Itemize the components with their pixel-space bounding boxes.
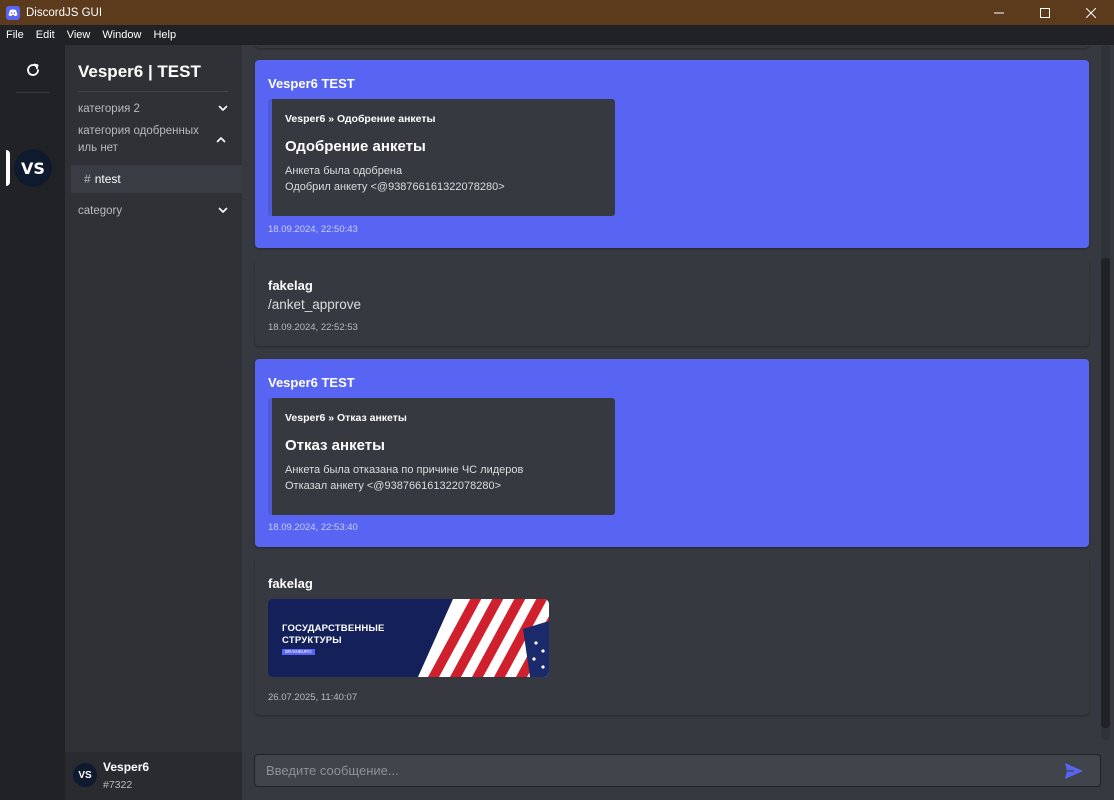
attachment-line: ГОСУДАРСТВЕННЫЕ — [282, 623, 385, 634]
avatar[interactable]: VS — [73, 763, 97, 787]
message-timestamp: 18.09.2024, 22:52:53 — [268, 322, 358, 333]
username: Vesper6 — [103, 760, 150, 774]
menu-file[interactable]: File — [0, 29, 30, 41]
embed-author: Vesper6 » Одобрение анкеты — [285, 113, 436, 125]
message-item: Vesper6 TEST Vesper6 » Отказ анкеты Отка… — [255, 359, 1089, 547]
menu-bar: File Edit View Window Help — [0, 25, 1114, 45]
menu-help[interactable]: Help — [147, 29, 182, 41]
message-author: fakelag — [268, 576, 313, 591]
discord-logo-icon — [6, 5, 20, 20]
embed-author: Vesper6 » Отказ анкеты — [285, 412, 407, 424]
message-timestamp: 26.07.2025, 11:40:07 — [268, 692, 358, 703]
message-content: /anket_approve — [268, 297, 362, 312]
embed-description-line: Анкета была отказана по причине ЧС лидер… — [285, 464, 524, 476]
server-icon-vesper6[interactable]: VS — [14, 149, 52, 187]
server-name[interactable]: Vesper6 | TEST — [78, 62, 201, 82]
message-author: Vesper6 TEST — [268, 375, 355, 390]
message-item: fakelag /anket_approve 18.09.2024, 22:52… — [255, 260, 1089, 346]
minimize-button[interactable] — [976, 0, 1022, 25]
send-icon[interactable] — [1063, 761, 1085, 781]
message-composer — [254, 754, 1101, 787]
image-attachment[interactable]: ГОСУДАРСТВЕННЫЕ СТРУКТУРЫ BRAINBURG — [268, 599, 549, 677]
category-1[interactable]: категория 2 — [78, 101, 230, 118]
message-list: Vesper6 TEST Vesper6 » Одобрение анкеты … — [242, 45, 1114, 740]
attachment-badge: BRAINBURG — [282, 649, 315, 655]
embed-description-line: Одобрил анкету <@938766161322078280> — [285, 181, 505, 193]
chevron-up-icon[interactable] — [216, 135, 226, 145]
channel-label: ntest — [94, 172, 121, 186]
header-divider — [78, 91, 228, 92]
category-label: категория 2 — [78, 103, 140, 115]
category-3[interactable]: category — [78, 203, 230, 220]
title-bar: DiscordJS GUI — [0, 0, 1114, 25]
attachment-caption: ГОСУДАРСТВЕННЫЕ СТРУКТУРЫ — [282, 623, 385, 647]
scrollbar-thumb[interactable] — [1101, 258, 1110, 728]
message-author: Vesper6 TEST — [268, 76, 355, 91]
embed-title: Одобрение анкеты — [285, 138, 426, 155]
embed-description-line: Анкета была одобрена — [285, 165, 403, 177]
channel-sidebar: Vesper6 | TEST категория 2 категория одо… — [65, 45, 242, 800]
message-author: fakelag — [268, 278, 313, 293]
attachment-line: СТРУКТУРЫ — [282, 635, 342, 646]
message-embed: Vesper6 » Отказ анкеты Отказ анкеты Анке… — [268, 398, 615, 515]
message-timestamp: 18.09.2024, 22:53:40 — [268, 522, 358, 533]
user-tag: #7322 — [103, 779, 133, 791]
previous-message-edge — [255, 45, 1089, 48]
message-timestamp: 18.09.2024, 22:50:43 — [268, 224, 358, 235]
chevron-down-icon — [218, 207, 228, 213]
server-rail: VS — [0, 45, 65, 800]
embed-title: Отказ анкеты — [285, 437, 385, 454]
chevron-down-icon — [218, 105, 228, 111]
menu-edit[interactable]: Edit — [30, 29, 61, 41]
channel-ntest[interactable]: # ntest — [71, 165, 242, 193]
category-2[interactable]: категория одобренных иль нет — [78, 123, 218, 157]
maximize-button[interactable] — [1022, 0, 1068, 25]
message-item: fakelag ГОСУДАРСТВЕННЫЕ СТРУКТУРЫ BRAINB… — [255, 558, 1089, 715]
category-label: категория одобренных иль нет — [78, 125, 199, 154]
message-embed: Vesper6 » Одобрение анкеты Одобрение анк… — [268, 99, 615, 216]
rail-divider — [16, 92, 50, 93]
menu-window[interactable]: Window — [96, 29, 147, 41]
embed-description-line: Отказал анкету <@938766161322078280> — [285, 480, 502, 492]
menu-view[interactable]: View — [61, 29, 97, 41]
user-panel: VS Vesper6 #7322 — [65, 752, 242, 800]
message-input[interactable] — [255, 755, 1035, 786]
message-item: Vesper6 TEST Vesper6 » Одобрение анкеты … — [255, 60, 1089, 248]
category-label: category — [78, 205, 123, 217]
refresh-icon[interactable] — [22, 59, 44, 81]
window-title: DiscordJS GUI — [26, 6, 103, 19]
close-button[interactable] — [1068, 0, 1114, 25]
channel-hash-icon: # — [84, 172, 91, 186]
selected-server-indicator — [6, 150, 10, 186]
